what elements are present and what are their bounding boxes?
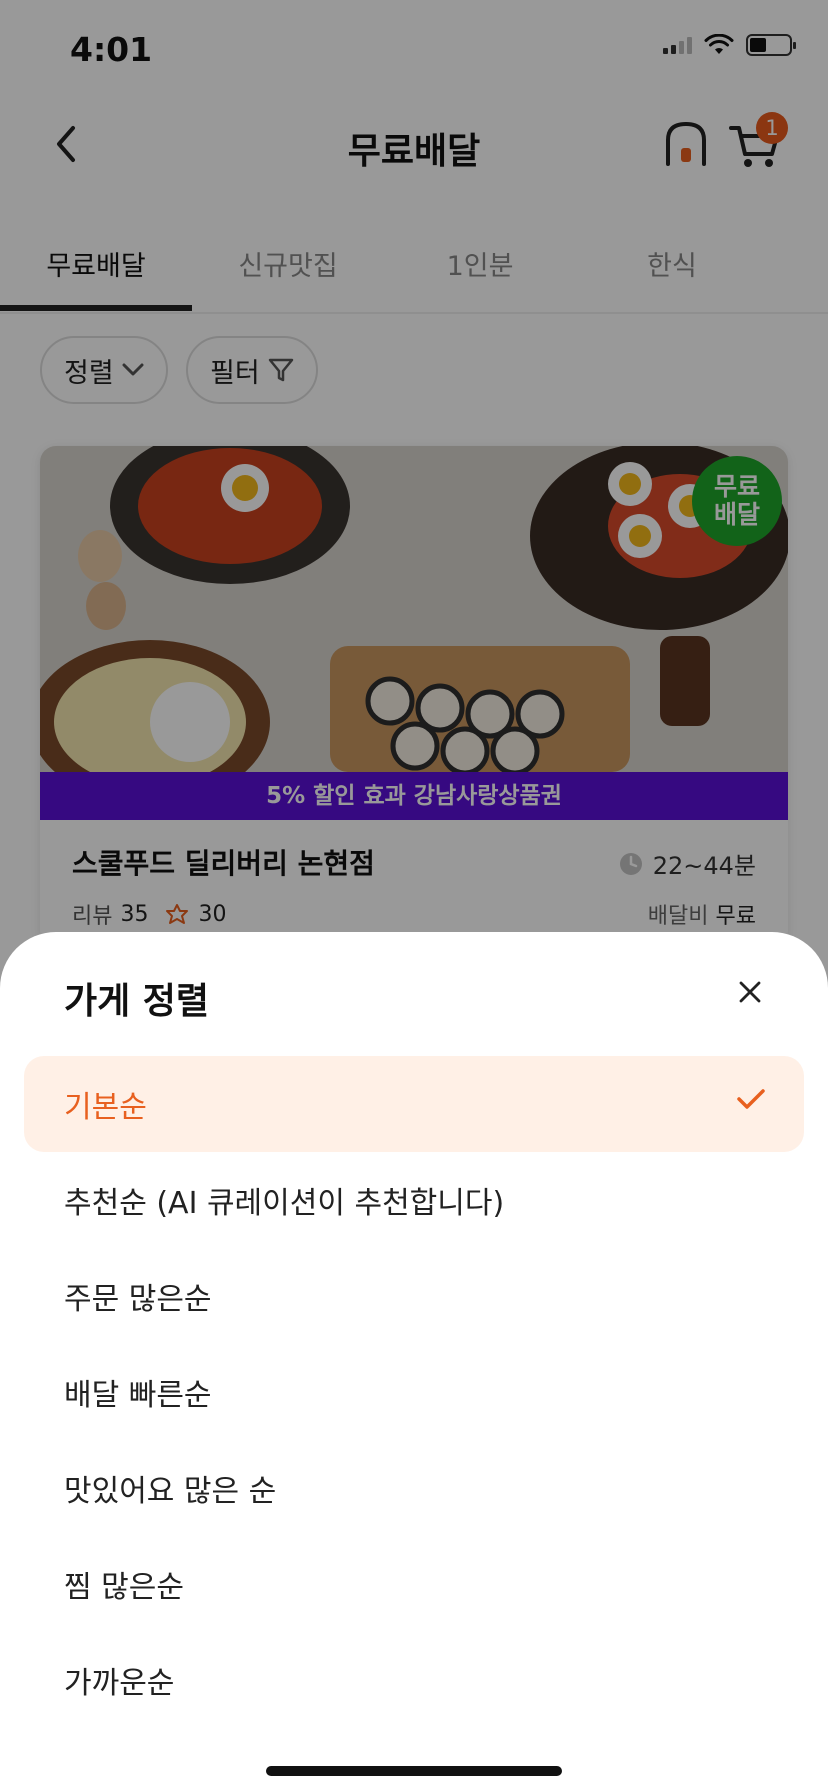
sort-option-most-delicious[interactable]: 맛있어요 많은 순 bbox=[24, 1440, 804, 1536]
store-list-screen: 4:01 무료배달 1 무료배달 신규맛집 1인분 한식 정렬 필터 무료 배달… bbox=[0, 0, 828, 1792]
sheet-title: 가게 정렬 bbox=[64, 981, 210, 1022]
home-indicator bbox=[266, 1766, 562, 1776]
sort-option-label: 추천순 (AI 큐레이션이 추천합니다) bbox=[64, 1186, 505, 1221]
sort-option-recommended[interactable]: 추천순 (AI 큐레이션이 추천합니다) bbox=[24, 1152, 804, 1248]
close-button[interactable] bbox=[730, 972, 770, 1012]
sort-bottom-sheet: 가게 정렬 기본순 추천순 (AI 큐레이션이 추천합니다) 주문 많은순 배달… bbox=[0, 932, 828, 1792]
sort-option-label: 가까운순 bbox=[64, 1666, 175, 1701]
check-icon bbox=[737, 1089, 765, 1109]
sort-option-nearest[interactable]: 가까운순 bbox=[24, 1632, 804, 1728]
close-icon bbox=[739, 981, 761, 1003]
sort-option-label: 배달 빠른순 bbox=[64, 1378, 212, 1413]
sort-option-default[interactable]: 기본순 bbox=[24, 1056, 804, 1152]
sort-option-label: 주문 많은순 bbox=[64, 1282, 212, 1317]
sort-option-most-favorited[interactable]: 찜 많은순 bbox=[24, 1536, 804, 1632]
sort-option-label: 찜 많은순 bbox=[64, 1570, 184, 1605]
sort-option-fastest-delivery[interactable]: 배달 빠른순 bbox=[24, 1344, 804, 1440]
sort-option-label: 기본순 bbox=[64, 1090, 147, 1125]
sort-option-most-orders[interactable]: 주문 많은순 bbox=[24, 1248, 804, 1344]
sort-option-label: 맛있어요 많은 순 bbox=[64, 1474, 277, 1509]
